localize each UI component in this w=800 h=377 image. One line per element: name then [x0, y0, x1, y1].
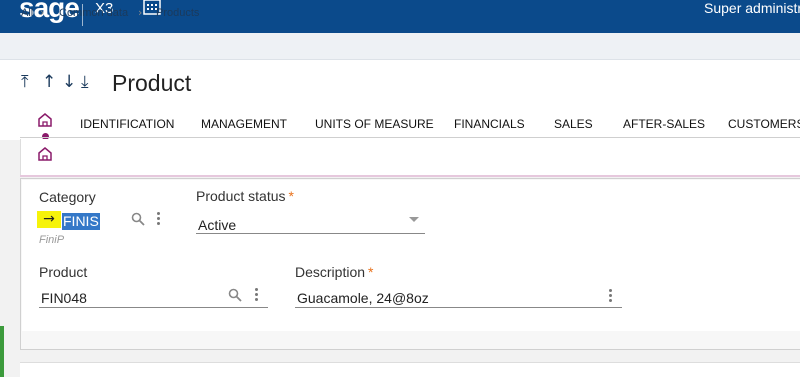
more-icon[interactable] — [255, 288, 259, 303]
next-section-card — [20, 362, 800, 377]
tab-customers[interactable]: CUSTOMERS — [728, 117, 800, 131]
required-marker: * — [288, 188, 294, 204]
breadcrumb-all[interactable]: All — [21, 7, 33, 19]
category-label: Category — [39, 189, 96, 205]
required-marker: * — [368, 264, 374, 280]
tab-management[interactable]: MANAGEMENT — [201, 117, 287, 131]
tab-after-sales[interactable]: AFTER-SALES — [623, 117, 705, 131]
product-status-select[interactable]: Active — [198, 217, 236, 233]
dropdown-arrow-icon[interactable] — [408, 216, 420, 224]
breadcrumb — [0, 33, 800, 60]
product-status-label: Product status * — [196, 188, 294, 204]
page-title: Product — [112, 70, 192, 96]
tab-identification[interactable]: IDENTIFICATION — [80, 117, 174, 131]
description-field[interactable]: Guacamole, 24@8oz — [297, 290, 429, 306]
category-hint: FiniP — [39, 234, 65, 246]
tab-units-of-measure[interactable]: UNITS OF MEASURE — [315, 117, 434, 131]
section-separator — [20, 175, 800, 177]
search-icon[interactable] — [228, 288, 242, 302]
search-icon[interactable] — [131, 212, 145, 226]
tab-sales[interactable]: SALES — [554, 117, 593, 131]
form-body — [22, 180, 800, 331]
description-underline — [295, 307, 622, 308]
product-field[interactable]: FIN048 — [41, 290, 87, 306]
breadcrumb-products[interactable]: Products — [156, 7, 199, 19]
previous-record-icon[interactable]: ↑ — [42, 72, 56, 92]
category-field[interactable]: FINIS — [62, 213, 100, 230]
home-icon[interactable] — [38, 147, 52, 161]
home-icon[interactable] — [38, 113, 52, 127]
user-name[interactable]: Super administrator — [704, 0, 800, 16]
product-label: Product — [39, 264, 88, 280]
section-subbar — [20, 139, 800, 175]
tab-financials[interactable]: FINANCIALS — [454, 117, 525, 131]
product-underline — [39, 307, 268, 308]
arrow-right-icon: → — [37, 211, 61, 228]
description-label: Description * — [295, 264, 374, 280]
tab-divider — [20, 137, 800, 138]
last-record-icon[interactable]: ⤓ — [81, 72, 89, 92]
next-record-icon[interactable]: ↓ — [62, 72, 76, 92]
status-indicator — [0, 326, 4, 377]
chevron-right-icon: › — [40, 6, 45, 19]
product-status-underline — [196, 233, 425, 234]
first-record-icon[interactable]: ⤒ — [21, 72, 29, 92]
chevron-right-icon: › — [138, 6, 143, 19]
breadcrumb-common-data[interactable]: Common data — [59, 7, 128, 19]
more-icon[interactable] — [609, 289, 613, 304]
more-icon[interactable] — [157, 212, 161, 227]
